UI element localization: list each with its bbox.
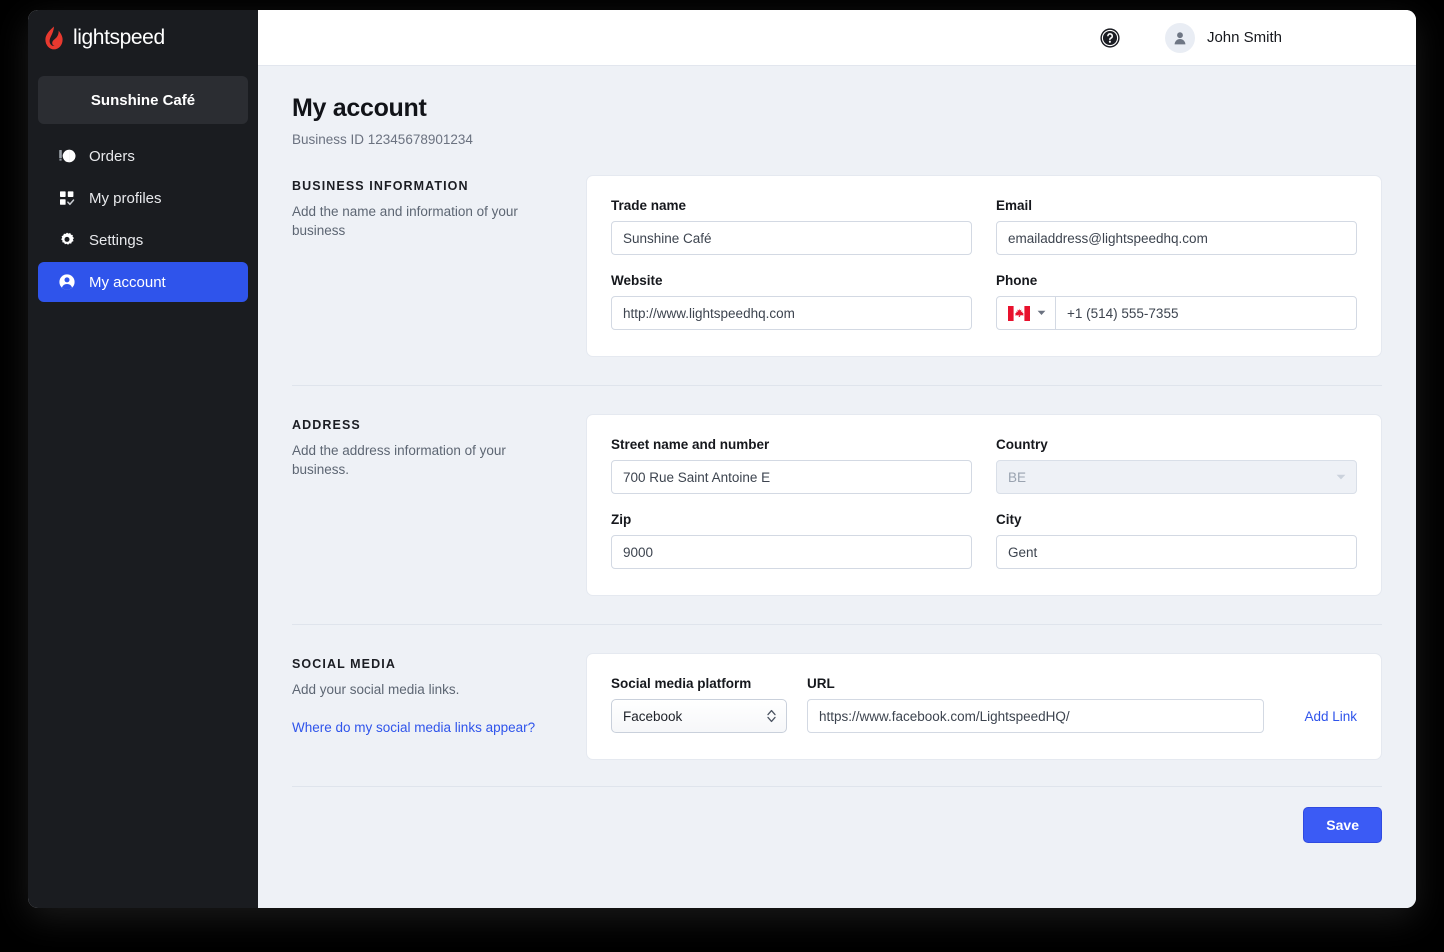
url-label: URL xyxy=(807,676,835,691)
trade-name-input[interactable] xyxy=(611,221,972,255)
sidebar-item-label: My account xyxy=(89,273,166,291)
platform-label: Social media platform xyxy=(611,676,752,691)
social-url-input[interactable] xyxy=(807,699,1265,733)
field-street: Street name and number xyxy=(611,437,972,494)
sidebar-item-label: Settings xyxy=(89,231,144,249)
field-trade-name: Trade name xyxy=(611,198,972,255)
phone-label: Phone xyxy=(996,273,1038,288)
street-label: Street name and number xyxy=(611,437,770,452)
field-zip: Zip xyxy=(611,512,972,569)
sidebar-item-orders[interactable]: Orders xyxy=(38,136,248,176)
section-description: Add the name and information of your bus… xyxy=(292,204,518,238)
section-description: Add the address information of your busi… xyxy=(292,443,506,477)
social-links-help-link[interactable]: Where do my social media links appear? xyxy=(292,720,535,735)
sidebar-item-label: My profiles xyxy=(89,189,162,207)
lightspeed-flame-icon xyxy=(45,26,63,50)
store-name: Sunshine Café xyxy=(90,91,196,109)
orders-icon xyxy=(59,149,76,163)
canada-flag-icon xyxy=(1008,305,1030,321)
section-title: Address xyxy=(292,418,361,432)
trade-name-label: Trade name xyxy=(611,198,687,213)
country-label: Country xyxy=(996,437,1048,452)
app-window: lightspeed Sunshine Café Orders My profi… xyxy=(28,10,1416,908)
gear-icon xyxy=(61,232,74,245)
address-card: Street name and number Country xyxy=(586,414,1382,596)
store-selector[interactable]: Sunshine Café xyxy=(38,76,248,124)
form-footer: Save xyxy=(292,786,1382,867)
zip-label: Zip xyxy=(611,512,632,527)
user-menu[interactable]: John Smith xyxy=(1164,22,1282,53)
sidebar-item-settings[interactable]: Settings xyxy=(38,220,248,260)
sidebar-item-label: Orders xyxy=(89,147,135,165)
zip-input[interactable] xyxy=(611,535,972,569)
section-business-description: Business information Add the name and in… xyxy=(292,175,560,357)
field-website: Website xyxy=(611,273,972,330)
page-title: My account xyxy=(292,94,427,122)
social-media-card: Social media platform Facebook URL https… xyxy=(586,653,1382,760)
section-title: Business information xyxy=(292,179,469,193)
field-social-platform: Social media platform Facebook xyxy=(611,676,787,733)
chevron-down-icon xyxy=(1037,310,1046,315)
add-link-button[interactable]: Add Link xyxy=(1304,709,1357,733)
content-scroll: My account Business ID 12345678901234 Bu… xyxy=(258,66,1416,908)
city-input[interactable] xyxy=(996,535,1357,569)
brand-name: lightspeed xyxy=(73,26,165,49)
section-description: Add your social media links. xyxy=(292,682,460,697)
field-social-url: URL xyxy=(807,676,1265,733)
user-name: John Smith xyxy=(1206,29,1282,46)
phone-country-selector[interactable] xyxy=(997,297,1056,329)
business-information-card: Trade name Email Website Phone xyxy=(586,175,1382,357)
city-label: City xyxy=(996,512,1022,527)
website-input[interactable] xyxy=(611,296,972,330)
phone-number-input[interactable] xyxy=(1056,297,1356,329)
email-input[interactable] xyxy=(996,221,1357,255)
field-phone: Phone xyxy=(996,273,1357,330)
brand-logo-area[interactable]: lightspeed xyxy=(28,10,258,66)
business-id: Business ID 12345678901234 xyxy=(292,132,473,147)
section-address: Address Add the address information of y… xyxy=(292,385,1382,596)
save-button[interactable]: Save xyxy=(1303,807,1382,843)
section-business-information: Business information Add the name and in… xyxy=(292,147,1382,357)
profiles-icon xyxy=(60,191,75,206)
help-circle-icon[interactable] xyxy=(1099,27,1121,49)
sidebar-item-my-account[interactable]: My account xyxy=(38,262,248,302)
sidebar: lightspeed Sunshine Café Orders My profi… xyxy=(28,10,258,908)
topbar: John Smith xyxy=(258,10,1416,66)
section-social-description: Social media Add your social media links… xyxy=(292,653,560,760)
sidebar-nav: Orders My profiles Settings My account xyxy=(28,136,258,304)
field-country: Country xyxy=(996,437,1357,494)
section-title: Social media xyxy=(292,657,396,671)
sidebar-item-my-profiles[interactable]: My profiles xyxy=(38,178,248,218)
user-avatar-icon xyxy=(1174,31,1186,44)
field-email: Email xyxy=(996,198,1357,255)
phone-input-group xyxy=(996,296,1357,330)
main-area: John Smith My account Business ID 123456… xyxy=(258,10,1416,908)
avatar xyxy=(1164,22,1195,53)
website-label: Website xyxy=(611,273,663,288)
country-input xyxy=(996,460,1357,494)
account-icon xyxy=(59,274,75,290)
social-platform-select[interactable]: Facebook xyxy=(611,699,787,733)
street-input[interactable] xyxy=(611,460,972,494)
email-label: Email xyxy=(996,198,1033,213)
section-social-media: Social media Add your social media links… xyxy=(292,624,1382,760)
field-city: City xyxy=(996,512,1357,569)
section-address-description: Address Add the address information of y… xyxy=(292,414,560,596)
